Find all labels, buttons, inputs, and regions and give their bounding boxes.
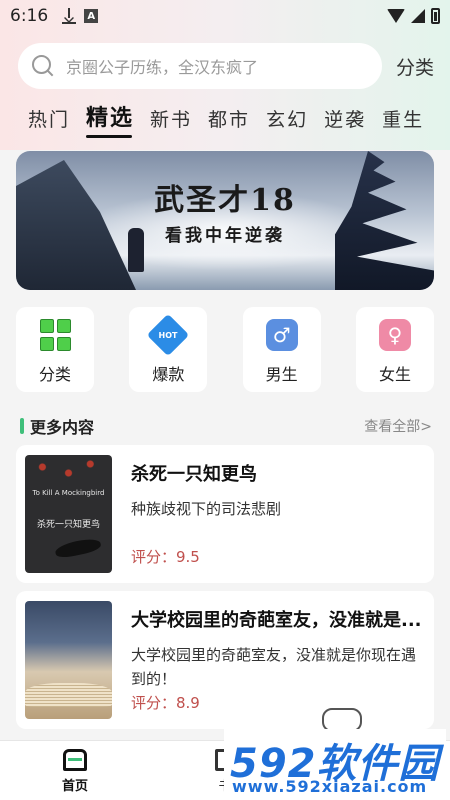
tab-fantasy[interactable]: 玄幻 [266,105,308,138]
grid-icon [39,319,71,351]
status-bar: 6:16 A [0,0,450,32]
search-icon [32,55,54,77]
search-placeholder: 京圈公子历练，全汉东疯了 [66,58,259,77]
female-icon: ♀ [378,319,411,351]
book-title: 大学校园里的奇葩室友，没准就是... [131,610,422,631]
see-all-link[interactable]: 查看全部> [364,416,432,436]
book-cover [25,601,112,719]
quick-male[interactable]: ♂ 男生 [242,307,321,392]
quick-male-label: 男生 [265,365,298,384]
book-score: 评分：8.9 [131,694,200,712]
hot-icon: HOT [147,313,190,357]
book-card[interactable]: 大学校园里的奇葩室友，没准就是... 大学校园里的奇葩室友，没准就是你现在遇到的… [16,591,434,729]
cover-branch [25,455,112,485]
quick-category-label: 分类 [38,365,71,384]
home-icon [63,749,87,771]
nav-home-label: 首页 [61,779,88,794]
quick-hot-label: 爆款 [152,365,185,384]
nav-home[interactable]: 首页 [0,741,150,800]
tab-hot[interactable]: 热门 [28,105,70,138]
more-content-header: 更多内容 查看全部> [20,414,432,438]
site-watermark: 592软件园 www.592xiazai.com [224,729,446,800]
quick-hot[interactable]: HOT 爆款 [129,307,208,392]
section-accent-bar [20,418,24,434]
cover-chinese-title: 杀死一只知更鸟 [36,520,100,530]
watermark-url: www.592xiazai.com [232,777,428,796]
quick-category[interactable]: 分类 [16,307,94,392]
promo-banner[interactable]: 武圣才18 看我中年逆袭 [16,151,434,290]
tab-new[interactable]: 新书 [150,105,192,138]
male-icon: ♂ [265,319,298,351]
banner-subtitle: 看我中年逆袭 [165,226,285,246]
cover-open-book [25,683,112,707]
app-notification-icon: A [84,9,99,23]
book-score: 评分：9.5 [131,548,200,566]
signal-icon [411,9,425,23]
tab-comeback[interactable]: 逆袭 [324,105,366,138]
book-description: 种族歧视下的司法悲剧 [131,500,282,518]
status-time: 6:16 [10,6,49,26]
search-input[interactable]: 京圈公子历练，全汉东疯了 [18,43,382,89]
download-icon [62,8,77,24]
quick-category-row: 分类 HOT 爆款 ♂ 男生 ♀ 女生 [16,307,434,392]
book-card[interactable]: To Kill A Mockingbird 杀死一只知更鸟 杀死一只知更鸟 种族… [16,445,434,583]
banner-title: 武圣才18 [154,183,296,218]
section-title: 更多内容 [30,418,95,437]
search-row: 京圈公子历练，全汉东疯了 分类 [18,42,438,90]
book-description: 大学校园里的奇葩室友，没准就是你现在遇到的！ [131,646,417,688]
book-cover: To Kill A Mockingbird 杀死一只知更鸟 [25,455,112,573]
channel-tabs: 热门 精选 新书 都市 玄幻 逆袭 重生 [28,100,424,138]
tab-urban[interactable]: 都市 [208,105,250,138]
book-title: 杀死一只知更鸟 [131,464,257,485]
wifi-icon [387,9,405,23]
cover-english-title: To Kill A Mockingbird [32,489,105,497]
tab-rebirth[interactable]: 重生 [382,105,424,138]
cover-bird [54,536,102,560]
tab-featured[interactable]: 精选 [86,100,134,138]
category-button[interactable]: 分类 [396,53,434,80]
quick-female[interactable]: ♀ 女生 [355,307,434,392]
battery-icon [431,8,440,24]
quick-female-label: 女生 [378,365,411,384]
